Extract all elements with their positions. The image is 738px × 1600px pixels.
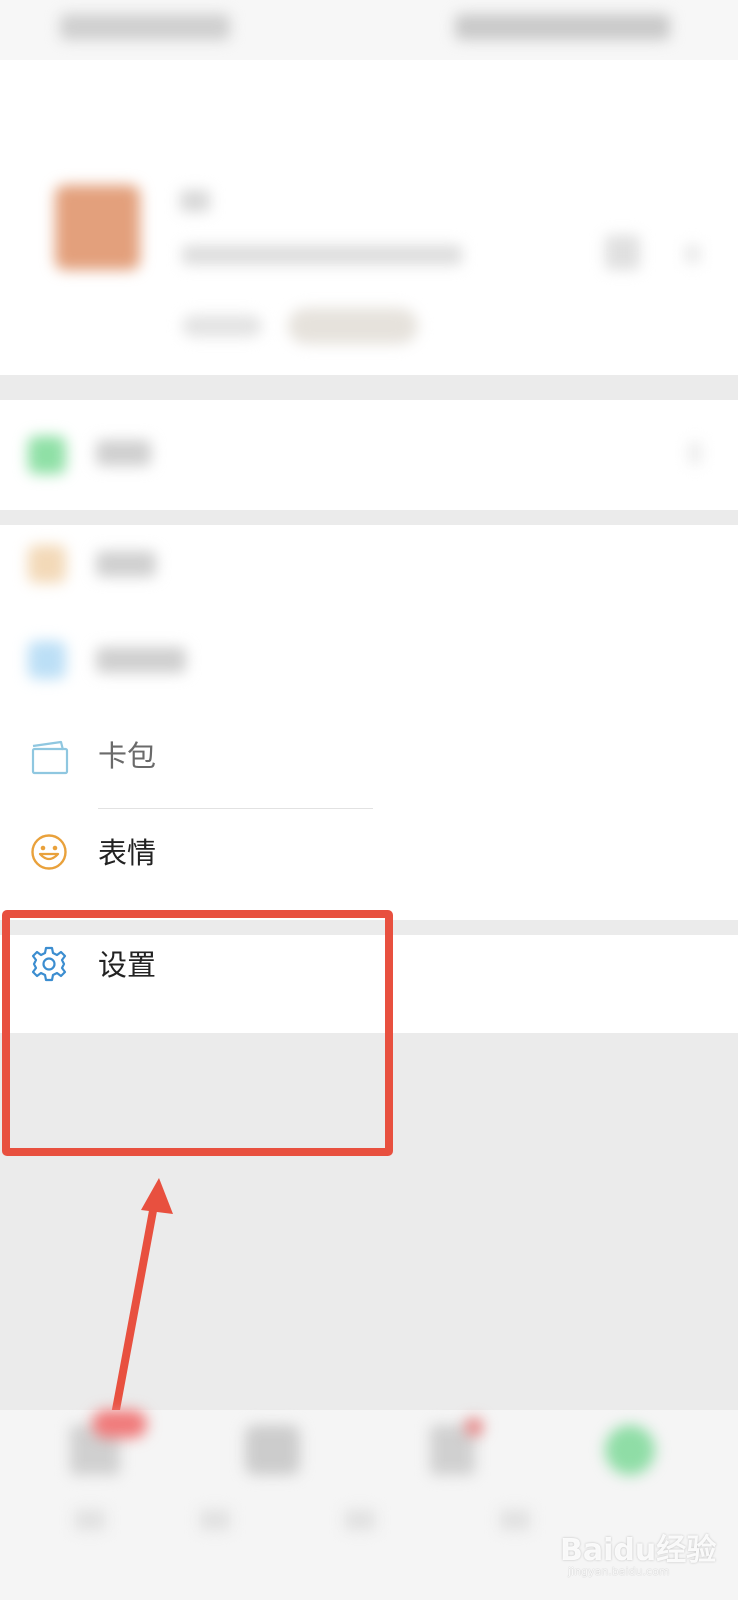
card-label: 卡包 bbox=[98, 739, 157, 773]
tab-discover-label bbox=[345, 1510, 375, 1530]
status-bar bbox=[0, 0, 738, 60]
pay-label bbox=[96, 440, 151, 466]
status-time-area bbox=[60, 14, 230, 40]
divider bbox=[98, 808, 373, 809]
tab-contacts-label bbox=[200, 1510, 230, 1530]
favorites-label bbox=[96, 551, 156, 577]
profile-id bbox=[182, 245, 462, 265]
menu-group: 卡包 表情 bbox=[0, 525, 738, 920]
friends-status-chip[interactable] bbox=[288, 308, 418, 344]
tab-chats-label bbox=[75, 1510, 105, 1530]
card-wallet-icon bbox=[30, 740, 70, 780]
menu-item-emoji[interactable]: 表情 bbox=[0, 815, 738, 915]
chevron-right-icon bbox=[685, 245, 700, 263]
unread-badge bbox=[92, 1410, 147, 1438]
add-status-button[interactable] bbox=[182, 315, 262, 337]
watermark-url: jingyan.baidu.com bbox=[568, 1565, 670, 1578]
avatar[interactable] bbox=[55, 185, 140, 270]
highlight-box bbox=[2, 910, 393, 1156]
chevron-right-icon bbox=[688, 442, 702, 464]
status-indicators bbox=[455, 14, 670, 40]
profile-header[interactable] bbox=[0, 60, 738, 375]
moments-icon bbox=[28, 641, 66, 679]
menu-item-card[interactable]: 卡包 bbox=[0, 720, 738, 810]
smiley-icon bbox=[30, 833, 68, 875]
moments-label bbox=[96, 647, 186, 673]
tab-me-icon[interactable] bbox=[605, 1425, 655, 1475]
favorites-icon bbox=[28, 545, 66, 583]
watermark-logo: Baidu经验 bbox=[560, 1533, 717, 1568]
tab-contacts-icon[interactable] bbox=[245, 1425, 300, 1475]
menu-item-pay[interactable] bbox=[0, 400, 738, 510]
emoji-label: 表情 bbox=[98, 836, 157, 870]
tab-me-label bbox=[500, 1510, 530, 1530]
profile-name bbox=[180, 190, 210, 212]
qr-code-icon[interactable] bbox=[605, 235, 640, 270]
pay-icon bbox=[28, 436, 66, 474]
discover-dot bbox=[465, 1418, 483, 1436]
